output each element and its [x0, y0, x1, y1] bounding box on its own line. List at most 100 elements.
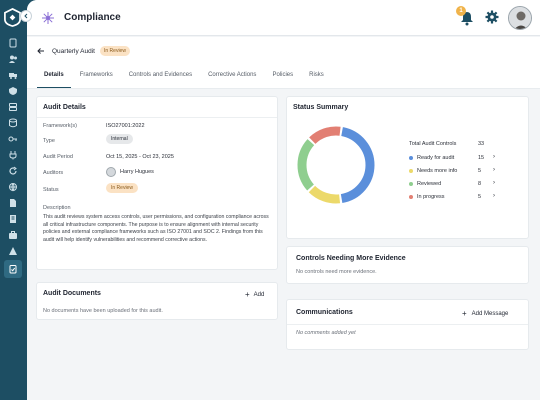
- refresh-icon: [9, 166, 17, 175]
- legend-needs-info-value: 5: [478, 168, 482, 174]
- legend-in-progress-label: In progress: [417, 194, 445, 200]
- divider: [287, 324, 528, 325]
- legend-ready-label: Ready for audit: [417, 155, 455, 161]
- sidebar-item-access[interactable]: [7, 133, 19, 145]
- sidebar-item-reports[interactable]: [7, 197, 19, 209]
- status-badge: In Review: [100, 46, 130, 56]
- sidebar-item-assets[interactable]: [7, 101, 19, 113]
- back-arrow-icon[interactable]: [36, 46, 46, 56]
- tab-policies[interactable]: Policies: [265, 66, 300, 88]
- database-icon: [9, 118, 17, 128]
- audit-details-title: Audit Details: [43, 104, 86, 111]
- legend-reviewed: Reviewed: [409, 181, 441, 187]
- legend-in-progress-value: 5: [478, 194, 482, 200]
- sidebar-item-documents[interactable]: [7, 37, 19, 49]
- evidence-empty-text: No controls need more evidence.: [296, 269, 377, 275]
- chevron-right-icon[interactable]: ›: [493, 180, 495, 186]
- donut-segment-2: [297, 139, 315, 191]
- audit-documents-title: Audit Documents: [43, 290, 101, 297]
- add-message-button[interactable]: + Add Message: [462, 309, 508, 318]
- add-message-label: Add Message: [471, 310, 509, 317]
- sidebar-item-security[interactable]: [7, 85, 19, 97]
- auditor-entry: Harry Hugues: [106, 167, 154, 177]
- book-icon: [10, 215, 16, 223]
- server-icon: [9, 103, 17, 111]
- tab-controls-evidences[interactable]: Controls and Evidences: [122, 66, 199, 88]
- clipboard-check-icon: [9, 265, 17, 274]
- total-controls-label: Total Audit Controls: [409, 141, 457, 147]
- sidebar-item-users[interactable]: [7, 53, 19, 65]
- description-label: Description: [43, 205, 71, 211]
- add-document-label: Add: [253, 291, 265, 298]
- sidebar-collapse-button[interactable]: [20, 10, 32, 22]
- communications-card: Communications + Add Message No comments…: [286, 299, 529, 350]
- chevron-right-icon[interactable]: ›: [493, 154, 495, 160]
- audit-page: Quarterly Audit In Review Details Framew…: [27, 37, 540, 400]
- alert-icon: [9, 247, 17, 255]
- settings-gear-icon[interactable]: [485, 10, 499, 24]
- type-value: Internal: [106, 134, 133, 144]
- chevron-right-icon[interactable]: ›: [493, 167, 495, 173]
- status-chip: In Review: [106, 183, 138, 193]
- legend-needs-info-label: Needs more info: [417, 168, 458, 174]
- audit-documents-card: Audit Documents + Add No documents have …: [36, 282, 278, 320]
- auditors-label: Auditors: [43, 170, 64, 176]
- tab-corrective-actions[interactable]: Corrective Actions: [201, 66, 263, 88]
- add-document-button[interactable]: + Add: [245, 290, 264, 299]
- type-chip: Internal: [106, 134, 133, 144]
- sidebar-item-vendors-2[interactable]: [7, 229, 19, 241]
- framework-value: ISO27001:2022: [106, 123, 145, 129]
- legend-dot-ready: [409, 156, 413, 160]
- chevron-right-icon[interactable]: ›: [493, 193, 495, 199]
- tab-details[interactable]: Details: [37, 66, 71, 88]
- sidebar-item-vendors[interactable]: [7, 69, 19, 81]
- audit-details-card: Audit Details Framework(s) ISO27001:2022…: [36, 96, 278, 270]
- type-label: Type: [43, 138, 55, 144]
- auditor-avatar: [106, 167, 116, 177]
- legend-dot-in-progress: [409, 195, 413, 199]
- period-label: Audit Period: [43, 154, 73, 160]
- plug-icon: [9, 151, 17, 160]
- user-avatar[interactable]: [508, 6, 532, 30]
- app-title: Compliance: [64, 12, 121, 23]
- document-icon: [9, 38, 17, 48]
- sidebar-item-network[interactable]: [7, 181, 19, 193]
- globe-icon: [9, 183, 17, 192]
- communications-title: Communications: [296, 309, 353, 316]
- legend-dot-reviewed: [409, 182, 413, 186]
- communications-empty-text: No comments added yet: [296, 330, 356, 336]
- status-value: In Review: [106, 183, 138, 193]
- legend-ready: Ready for audit: [409, 155, 454, 161]
- period-value: Oct 15, 2025 - Oct 23, 2025: [106, 154, 174, 160]
- status-summary-card: Status Summary Total Audit Controls 33 R…: [286, 96, 529, 239]
- description-text: This audit reviews system access control…: [43, 214, 269, 243]
- status-summary-title: Status Summary: [293, 104, 349, 111]
- status-label: Status: [43, 187, 59, 193]
- tab-frameworks[interactable]: Frameworks: [73, 66, 120, 88]
- user-portrait-icon: [509, 7, 531, 29]
- legend-reviewed-value: 8: [478, 181, 482, 187]
- documents-empty-text: No documents have been uploaded for this…: [43, 308, 163, 314]
- legend-reviewed-label: Reviewed: [417, 181, 442, 187]
- sidebar-item-policies[interactable]: [7, 213, 19, 225]
- plus-icon: +: [245, 290, 250, 299]
- top-bar: Compliance 1: [27, 0, 540, 36]
- sidebar-item-integrations[interactable]: [7, 149, 19, 161]
- donut-segment-1: [308, 185, 341, 204]
- breadcrumb: Quarterly Audit In Review: [36, 44, 130, 58]
- donut-segment-3: [309, 126, 341, 145]
- tab-risks[interactable]: Risks: [302, 66, 331, 88]
- sidebar-item-compliance[interactable]: [4, 260, 22, 278]
- status-donut-chart: [297, 126, 375, 204]
- divider: [37, 117, 277, 118]
- sidebar-item-risks[interactable]: [7, 245, 19, 257]
- notification-count-badge: 1: [456, 6, 466, 16]
- framework-label: Framework(s): [43, 123, 77, 129]
- app-logo-icon[interactable]: [3, 8, 22, 27]
- main-area: Compliance 1 Quarterly Audit In Review D…: [27, 0, 540, 400]
- controls-evidence-card: Controls Needing More Evidence No contro…: [286, 246, 529, 284]
- sidebar-item-monitoring[interactable]: [7, 165, 19, 177]
- truck-icon: [9, 73, 17, 79]
- briefcase-icon: [9, 231, 17, 239]
- sidebar-item-data[interactable]: [7, 117, 19, 129]
